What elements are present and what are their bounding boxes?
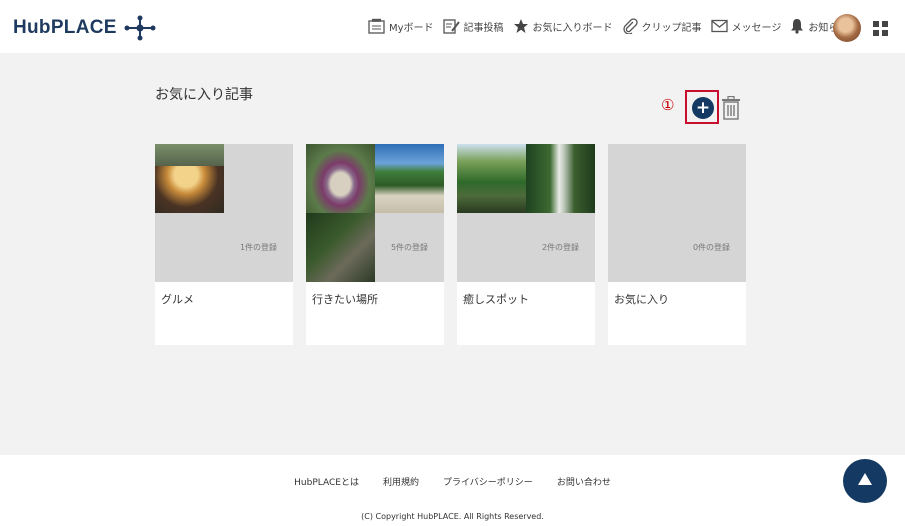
- scroll-to-top-button[interactable]: [843, 459, 887, 503]
- nav-label: 記事投稿: [463, 22, 504, 34]
- nav-label: クリップ記事: [641, 22, 702, 34]
- board-list: 1件の登録 グルメ 5件の登録 行きたい場所 2件の登録 癒しスポット 0件の登…: [155, 144, 759, 345]
- avatar[interactable]: [833, 14, 861, 42]
- edit-icon: [442, 19, 460, 34]
- thumbnail-empty: [608, 213, 677, 282]
- board-thumbnails: 5件の登録: [306, 144, 444, 282]
- board-card-favorites[interactable]: 0件の登録 お気に入り: [608, 144, 746, 345]
- footer-link-privacy[interactable]: プライバシーポリシー: [443, 475, 533, 488]
- board-card-gourmet[interactable]: 1件の登録 グルメ: [155, 144, 293, 345]
- mail-icon: [710, 19, 728, 33]
- logo-text: HubPLACE: [13, 17, 117, 38]
- nav-messages[interactable]: メッセージ: [710, 19, 782, 34]
- board-count: 0件の登録: [677, 213, 746, 282]
- thumbnail-image: [155, 144, 224, 213]
- board-name: 癒しスポット: [463, 293, 529, 306]
- board-name: グルメ: [161, 293, 194, 306]
- logo[interactable]: HubPLACE: [13, 15, 157, 41]
- board-thumbnails: 2件の登録: [457, 144, 595, 282]
- step-marker: ①: [661, 96, 675, 114]
- nav-post-article[interactable]: 記事投稿: [442, 18, 504, 34]
- thumbnail-empty: [457, 213, 526, 282]
- footer-link-about[interactable]: HubPLACEとは: [294, 475, 359, 488]
- site-header: HubPLACE Myボード 記事投稿 お気に入りボード クリップ記事 メッセー…: [0, 0, 905, 53]
- page-title: お気に入り記事: [155, 87, 253, 103]
- thumbnail-empty: [224, 144, 293, 213]
- trash-icon[interactable]: [721, 96, 741, 120]
- main-nav: Myボード 記事投稿 お気に入りボード クリップ記事 メッセージ お知らせ: [368, 18, 857, 34]
- board-card-healing[interactable]: 2件の登録 癒しスポット: [457, 144, 595, 345]
- logo-mark-icon: [124, 15, 156, 41]
- board-name: お気に入り: [614, 293, 669, 306]
- site-footer: HubPLACEとは 利用規約 プライバシーポリシー お問い合わせ (C) Co…: [0, 455, 905, 526]
- nav-favorite-board[interactable]: お気に入りボード: [513, 18, 613, 34]
- nav-clip-articles[interactable]: クリップ記事: [622, 18, 702, 34]
- footer-link-contact[interactable]: お問い合わせ: [557, 475, 611, 488]
- thumbnail-empty: [608, 144, 677, 213]
- thumbnail-image: [526, 144, 595, 213]
- board-count: 1件の登録: [224, 213, 293, 282]
- thumbnail-empty: [155, 213, 224, 282]
- add-board-button[interactable]: +: [692, 97, 714, 119]
- thumbnail-empty: [677, 144, 746, 213]
- thumbnail-image: [375, 144, 444, 213]
- star-icon: [513, 19, 528, 33]
- add-highlight-frame: +: [685, 90, 719, 124]
- nav-my-board[interactable]: Myボード: [368, 18, 434, 34]
- board-count: 2件の登録: [526, 213, 595, 282]
- footer-link-terms[interactable]: 利用規約: [383, 475, 419, 488]
- board-thumbnails: 0件の登録: [608, 144, 746, 282]
- nav-label: メッセージ: [731, 22, 782, 34]
- clip-icon: [622, 18, 638, 34]
- grid-menu-icon[interactable]: [873, 21, 888, 36]
- board-name: 行きたい場所: [312, 293, 378, 306]
- thumbnail-image: [306, 213, 375, 282]
- copyright: (C) Copyright HubPLACE. All Rights Reser…: [361, 512, 544, 521]
- footer-links: HubPLACEとは 利用規約 プライバシーポリシー お問い合わせ: [0, 475, 905, 488]
- thumbnail-image: [306, 144, 375, 213]
- thumbnail-image: [457, 144, 526, 213]
- nav-label: お気に入りボード: [532, 22, 613, 34]
- board-count: 5件の登録: [375, 213, 444, 282]
- board-icon: [368, 18, 385, 34]
- nav-label: Myボード: [389, 22, 434, 34]
- board-card-places[interactable]: 5件の登録 行きたい場所: [306, 144, 444, 345]
- board-thumbnails: 1件の登録: [155, 144, 293, 282]
- bell-icon: [791, 19, 804, 34]
